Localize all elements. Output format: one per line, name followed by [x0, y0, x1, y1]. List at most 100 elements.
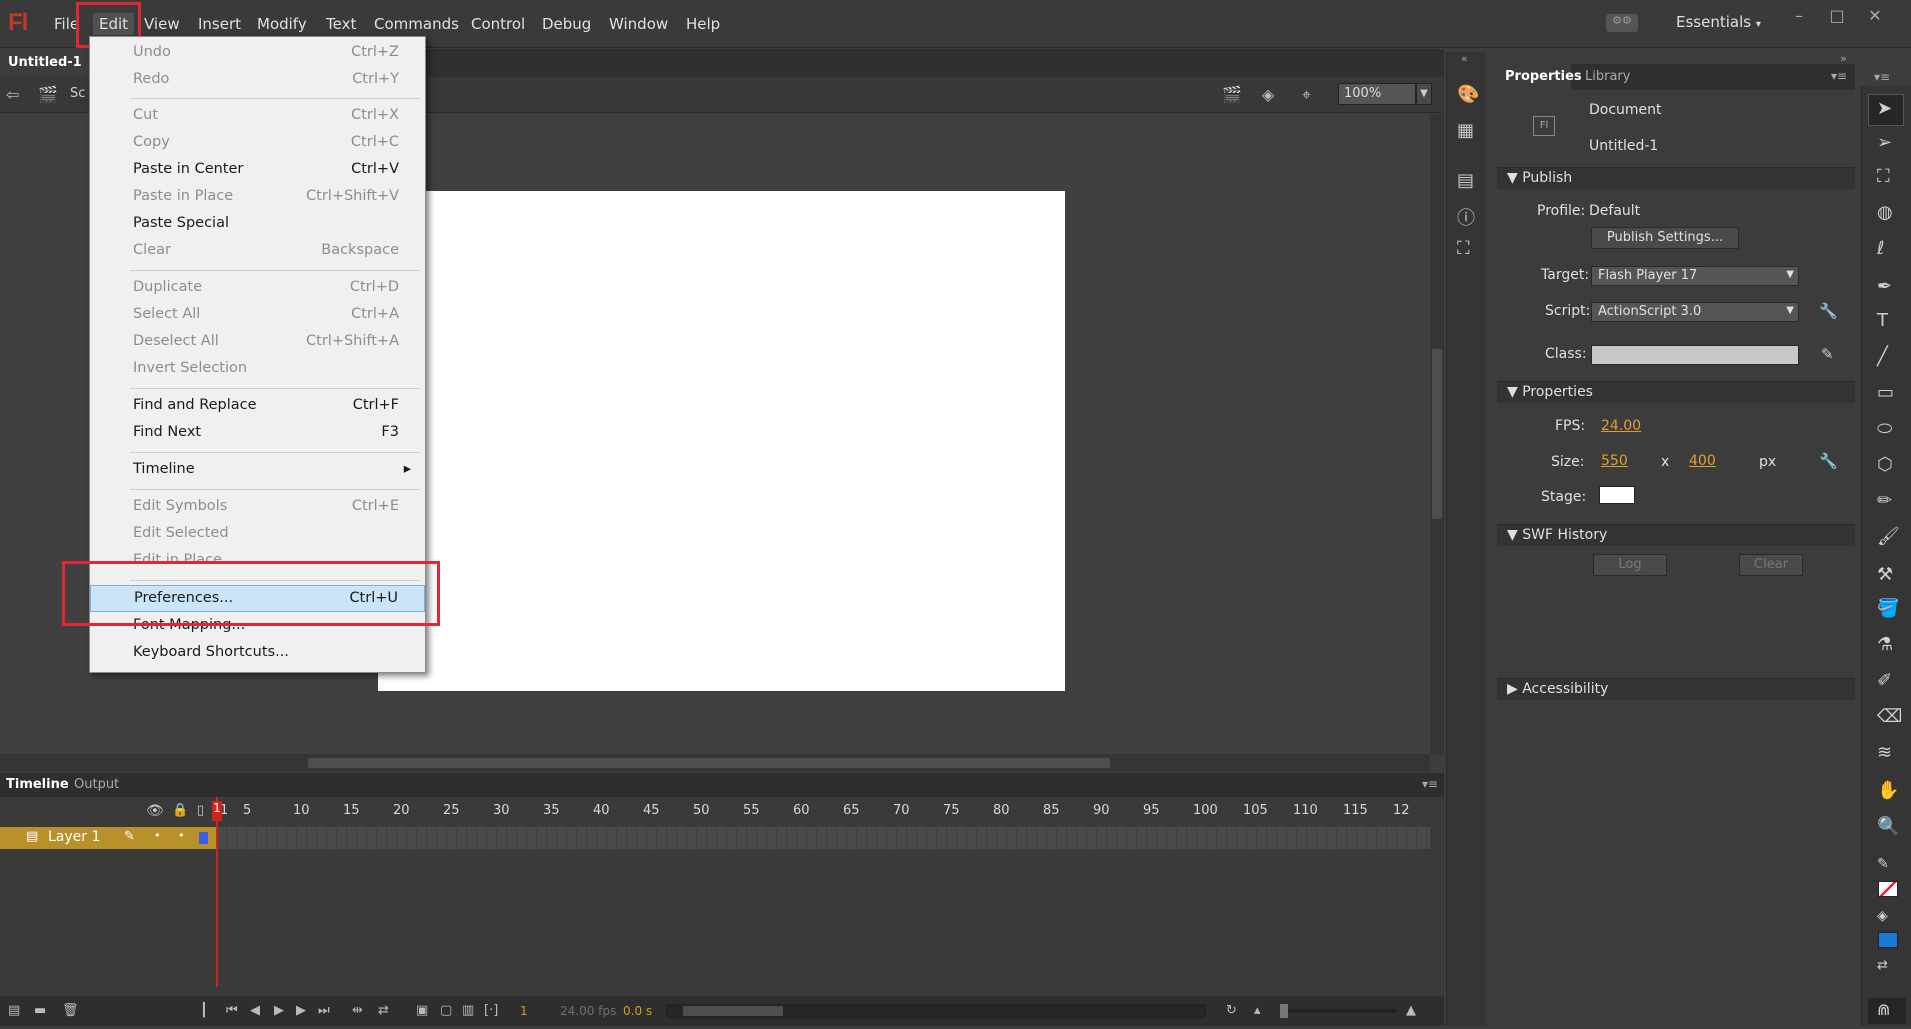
menu-view[interactable]: View — [144, 13, 180, 35]
menu-insert[interactable]: Insert — [198, 13, 241, 35]
menu-item-keyboard-shortcuts[interactable]: Keyboard Shortcuts... — [90, 640, 425, 667]
snap-magnet-icon[interactable]: ⋒ — [1877, 1000, 1890, 1019]
visible-dot-icon[interactable]: • — [154, 829, 161, 842]
timeline-hscroll-thumb[interactable] — [683, 1006, 783, 1016]
ruler-tick[interactable]: 110 — [1293, 803, 1318, 818]
last-frame-icon[interactable]: ⏭ — [318, 1003, 330, 1018]
menu-item-paste-in-center[interactable]: Paste in Center Ctrl+V — [90, 157, 425, 184]
edit-symbols-icon[interactable]: ◈ — [1262, 85, 1274, 104]
log-button[interactable]: Log — [1593, 554, 1667, 576]
fps-readout[interactable]: 24.00 fps — [560, 1004, 616, 1018]
lock-icon[interactable]: 🔒 — [172, 803, 188, 818]
menu-modify[interactable]: Modify — [257, 13, 307, 35]
new-folder-icon[interactable]: ▬ — [34, 1003, 46, 1018]
menu-item-paste-in-place[interactable]: Paste in Place Ctrl+Shift+V — [90, 184, 425, 211]
height-value[interactable]: 400 — [1689, 453, 1716, 469]
pen-tool-icon[interactable]: ✒ — [1877, 276, 1892, 297]
free-transform-icon[interactable]: ⛶ — [1877, 166, 1890, 187]
tools-menu-icon[interactable]: ▾≡ — [1874, 70, 1890, 84]
loop-icon[interactable]: ⇹ — [352, 1003, 363, 1018]
publish-settings-button[interactable]: Publish Settings... — [1591, 227, 1739, 249]
zoom-dropdown-icon[interactable]: ▼ — [1416, 83, 1432, 105]
stage-canvas[interactable] — [378, 191, 1065, 691]
onion-skin-icon[interactable]: ▣ — [416, 1003, 428, 1018]
onion-outline-icon[interactable]: ▢ — [440, 1003, 452, 1018]
layer-row[interactable]: ▤ Layer 1 ✎ • • — [0, 827, 1430, 849]
swatches-icon[interactable]: ▦ — [1457, 120, 1474, 141]
menu-item-undo[interactable]: Undo Ctrl+Z — [90, 40, 425, 67]
menu-item-duplicate[interactable]: Duplicate Ctrl+D — [90, 275, 425, 302]
step-back-icon[interactable]: ◀ — [250, 1003, 260, 1018]
menu-item-deselect-all[interactable]: Deselect All Ctrl+Shift+A — [90, 329, 425, 356]
menu-item-find-next[interactable]: Find Next F3 — [90, 420, 425, 447]
fill-color-swatch[interactable] — [1878, 932, 1898, 948]
ruler-tick[interactable]: 55 — [743, 803, 760, 818]
vertical-scrollbar[interactable] — [1430, 114, 1444, 754]
publish-section[interactable]: ▼ Publish — [1497, 167, 1855, 189]
time-readout[interactable]: 0.0 s — [623, 1004, 652, 1018]
tab-properties[interactable]: Properties — [1505, 69, 1582, 84]
ruler-tick[interactable]: 105 — [1243, 803, 1268, 818]
vertical-scroll-thumb[interactable] — [1432, 349, 1442, 519]
close-icon[interactable]: ✕ — [1856, 6, 1894, 25]
menu-debug[interactable]: Debug — [542, 13, 591, 35]
wrench-icon[interactable]: 🔧 — [1819, 302, 1838, 320]
playhead[interactable] — [216, 797, 218, 987]
menu-item-find-and-replace[interactable]: Find and Replace Ctrl+F — [90, 393, 425, 420]
lock-dot-icon[interactable]: • — [178, 829, 185, 842]
timeline-hscroll[interactable] — [666, 1004, 1206, 1018]
ruler-tick[interactable]: 30 — [493, 803, 510, 818]
clear-history-button[interactable]: Clear — [1739, 554, 1803, 576]
pencil-icon[interactable]: ✎ — [1821, 345, 1834, 363]
layer-color-swatch[interactable] — [199, 832, 208, 844]
edit-scene-icon[interactable]: 🎬 — [1222, 85, 1242, 104]
collapse-left-icon[interactable]: « — [1461, 52, 1468, 65]
ruler-tick[interactable]: 60 — [793, 803, 810, 818]
ruler-tick[interactable]: 70 — [893, 803, 910, 818]
tab-timeline[interactable]: Timeline — [6, 777, 69, 792]
ruler-tick[interactable]: 95 — [1143, 803, 1160, 818]
target-select[interactable]: Flash Player 17 ▼ — [1591, 266, 1799, 286]
swf-history-section[interactable]: ▼ SWF History — [1497, 524, 1855, 546]
ruler-tick[interactable]: 65 — [843, 803, 860, 818]
menu-item-copy[interactable]: Copy Ctrl+C — [90, 130, 425, 157]
fps-value[interactable]: 24.00 — [1601, 418, 1641, 434]
menu-item-invert-selection[interactable]: Invert Selection — [90, 356, 425, 383]
first-frame-icon[interactable]: ⏮ — [226, 1003, 238, 1018]
center-stage-icon[interactable]: ⌖ — [1302, 85, 1311, 105]
panel-menu-icon[interactable]: ▾≡ — [1831, 69, 1847, 83]
sync-settings-icon[interactable]: ⚙⚙ — [1606, 14, 1638, 32]
menu-item-cut[interactable]: Cut Ctrl+X — [90, 103, 425, 130]
stroke-color-swatch[interactable] — [1878, 881, 1898, 897]
step-forward-icon[interactable]: ▶ — [296, 1003, 306, 1018]
wrench-icon[interactable]: 🔧 — [1819, 452, 1838, 470]
tab-library[interactable]: Library — [1585, 69, 1630, 84]
ruler-tick[interactable]: 10 — [293, 803, 310, 818]
ruler-tick[interactable]: 100 — [1193, 803, 1218, 818]
ruler-tick[interactable]: 40 — [593, 803, 610, 818]
ruler-tick[interactable]: 75 — [943, 803, 960, 818]
play-icon[interactable]: ▶ — [274, 1003, 284, 1018]
delete-layer-icon[interactable]: 🗑 — [62, 1003, 79, 1018]
color-icon[interactable]: 🎨 — [1457, 84, 1479, 105]
edit-multiple-icon[interactable]: ▥ — [462, 1003, 474, 1018]
ruler-tick[interactable]: 5 — [243, 803, 251, 818]
menu-item-timeline[interactable]: Timeline ▸ — [90, 457, 425, 484]
ruler-tick[interactable]: 50 — [693, 803, 710, 818]
hand-tool-icon[interactable]: ✋ — [1877, 780, 1899, 801]
ruler-tick[interactable]: 115 — [1343, 803, 1368, 818]
horizontal-scroll-thumb[interactable] — [308, 758, 1110, 768]
3d-rotation-icon[interactable]: ◍ — [1877, 202, 1893, 223]
menu-window[interactable]: Window — [609, 13, 668, 35]
ruler-tick[interactable]: 45 — [643, 803, 660, 818]
layer-cell[interactable]: ▤ Layer 1 ✎ • • — [0, 827, 217, 849]
document-tab[interactable]: Untitled-1 — [0, 49, 96, 77]
ink-bottle-icon[interactable]: ⚗ — [1877, 634, 1893, 655]
playhead-frame[interactable]: 1 — [212, 801, 222, 821]
horizontal-scrollbar[interactable] — [0, 754, 1430, 772]
text-tool-icon[interactable]: T — [1877, 310, 1888, 331]
eraser-icon[interactable]: ⌫ — [1877, 706, 1902, 727]
slider-handle[interactable] — [1280, 1004, 1288, 1018]
current-frame-readout[interactable]: 1 — [520, 1004, 528, 1018]
width-tool-icon[interactable]: ≋ — [1877, 742, 1892, 763]
